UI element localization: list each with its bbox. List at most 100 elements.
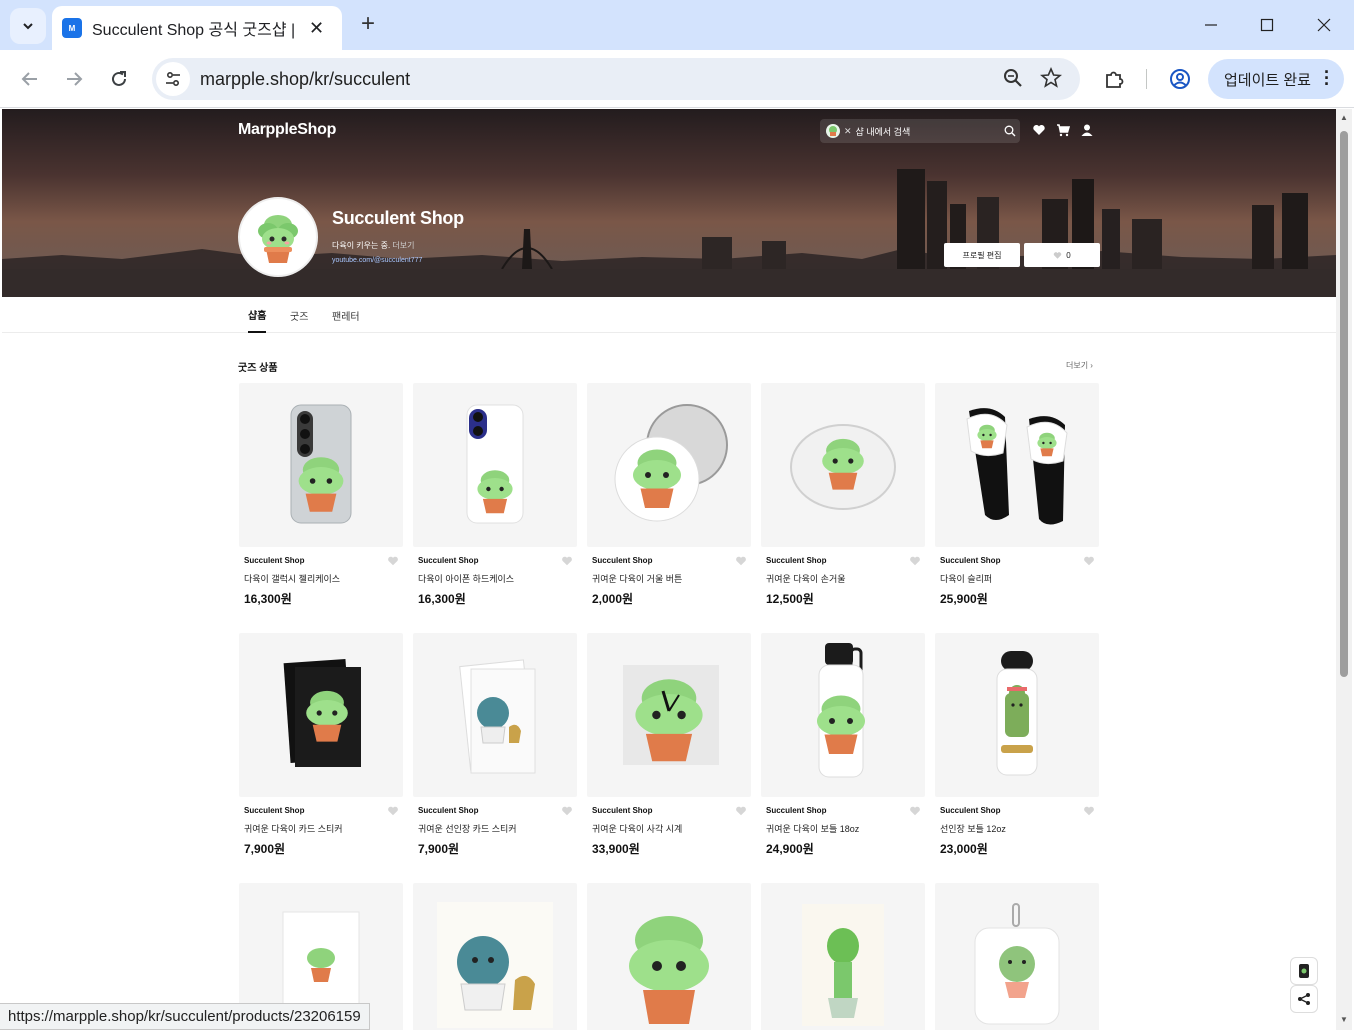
product-card[interactable]: Succulent Shop 선인장 보틀 12oz 23,000원 [935,633,1099,859]
product-name[interactable]: 다육이 갤럭시 젤리케이스 [244,572,340,585]
shop-mini-avatar [826,124,840,138]
shop-avatar[interactable] [238,197,318,277]
product-card[interactable] [935,883,1099,1030]
product-price: 7,900원 [244,842,286,856]
wishlist-heart-icon[interactable] [735,554,747,572]
product-card[interactable]: Succulent Shop 다육이 아이폰 하드케이스 16,300원 [413,383,577,609]
status-bar-url: https://marpple.shop/kr/succulent/produc… [0,1003,370,1030]
product-name[interactable]: 귀여운 선인장 카드 스티커 [418,822,517,835]
new-tab-button[interactable]: + [355,12,381,38]
product-name[interactable]: 다육이 아이폰 하드케이스 [418,572,514,585]
shop-like-button[interactable]: 0 [1024,243,1100,267]
product-name[interactable]: 선인장 보틀 12oz [940,822,1006,835]
product-card[interactable]: Succulent Shop 귀여운 선인장 카드 스티커 7,900원 [413,633,577,859]
product-card[interactable]: Succulent Shop 귀여운 다육이 보틀 18oz 24,900원 [761,633,925,859]
maximize-button[interactable] [1252,12,1282,38]
maximize-icon [1260,18,1274,32]
user-icon[interactable] [1080,123,1094,137]
reload-button[interactable] [103,63,135,95]
wishlist-heart-icon[interactable] [909,554,921,572]
description-more-link[interactable]: 더보기 [392,241,414,250]
address-bar[interactable]: marpple.shop/kr/succulent [152,58,1080,100]
product-seller[interactable]: Succulent Shop [766,806,826,815]
wishlist-heart-icon[interactable] [561,554,573,572]
scroll-down-arrow[interactable]: ▼ [1339,1015,1349,1025]
scroll-thumb[interactable] [1340,131,1348,677]
close-tab-icon[interactable]: ✕ [309,18,324,39]
product-name[interactable]: 귀여운 다육이 카드 스티커 [244,822,343,835]
wishlist-heart-icon[interactable] [561,804,573,822]
extensions-button[interactable] [1098,63,1130,95]
bookmark-star-icon[interactable] [1040,67,1062,89]
tab-shop-home[interactable]: 샵홈 [248,297,267,333]
product-seller[interactable]: Succulent Shop [418,806,478,815]
wishlist-heart-icon[interactable] [387,804,399,822]
product-image [935,883,1099,1030]
profile-button[interactable] [1164,63,1196,95]
zoom-icon[interactable] [1002,67,1024,89]
heart-outline-icon [1054,251,1062,259]
product-card[interactable] [587,883,751,1030]
clear-filter-icon[interactable]: ✕ [844,126,852,137]
tab-goods[interactable]: 굿즈 [290,297,308,333]
product-seller[interactable]: Succulent Shop [592,806,652,815]
update-button[interactable]: 업데이트 완료 · · · [1208,59,1344,99]
product-name[interactable]: 귀여운 다육이 보틀 18oz [766,822,859,835]
product-price: 25,900원 [940,592,988,606]
product-seller[interactable]: Succulent Shop [244,556,304,565]
active-tab[interactable]: M Succulent Shop 공식 굿즈샵 | 마플샵 ✕ [52,6,342,50]
product-image [239,383,403,547]
product-name[interactable]: 귀여운 다육이 사각 시계 [592,822,682,835]
edit-profile-button[interactable]: 프로필 편집 [944,243,1020,267]
minimize-button[interactable] [1196,12,1226,38]
section-more-link[interactable]: 더보기 › [1066,360,1093,371]
city-skyline-image [2,109,1336,297]
shop-search-bar[interactable]: ✕ 샵 내에서 검색 [820,119,1020,143]
more-vert-icon: · · · [1324,62,1330,94]
shop-youtube-link[interactable]: youtube.com/@succulent777 [332,257,422,264]
product-card[interactable]: Succulent Shop 귀여운 다육이 카드 스티커 7,900원 [239,633,403,859]
wishlist-heart-icon[interactable] [909,804,921,822]
product-name[interactable]: 귀여운 다육이 손거울 [766,572,846,585]
account-circle-icon [1170,69,1190,89]
app-download-button[interactable] [1290,957,1318,985]
product-card[interactable]: Succulent Shop 귀여운 다육이 손거울 12,500원 [761,383,925,609]
product-thumbnail [790,424,896,510]
product-seller[interactable]: Succulent Shop [766,556,826,565]
wishlist-heart-icon[interactable] [735,804,747,822]
marpple-logo[interactable]: MarppleShop [238,121,336,139]
wishlist-heart-icon[interactable] [387,554,399,572]
product-thumbnail [614,404,728,522]
forward-button[interactable] [58,63,90,95]
product-card[interactable] [761,883,925,1030]
product-card[interactable]: Succulent Shop 귀여운 다육이 사각 시계 33,900원 [587,633,751,859]
product-seller[interactable]: Succulent Shop [418,556,478,565]
share-button[interactable] [1290,985,1318,1013]
shop-hero-banner: MarppleShop ✕ 샵 내에서 검색 Succulent Shop 다육… [2,109,1336,297]
product-name[interactable]: 다육이 슬리퍼 [940,572,992,585]
close-window-button[interactable] [1309,12,1339,38]
product-seller[interactable]: Succulent Shop [592,556,652,565]
wishlist-heart-icon[interactable] [1083,804,1095,822]
product-thumbnail [966,408,1068,525]
product-name[interactable]: 귀여운 다육이 거울 버튼 [592,572,682,585]
product-card[interactable]: Succulent Shop 다육이 갤럭시 젤리케이스 16,300원 [239,383,403,609]
product-seller[interactable]: Succulent Shop [940,556,1000,565]
scroll-up-arrow[interactable]: ▲ [1339,113,1349,123]
product-seller[interactable]: Succulent Shop [940,806,1000,815]
browser-toolbar: marpple.shop/kr/succulent 업데이트 완료 · · · [0,50,1354,108]
page-scrollbar[interactable]: ▲ ▼ [1336,109,1352,1030]
update-label: 업데이트 완료 [1224,71,1311,89]
product-card[interactable] [413,883,577,1030]
product-card[interactable]: Succulent Shop 다육이 슬리퍼 25,900원 [935,383,1099,609]
tab-search-button[interactable] [10,8,46,44]
site-info-button[interactable] [156,62,190,96]
product-seller[interactable]: Succulent Shop [244,806,304,815]
product-card[interactable]: Succulent Shop 귀여운 다육이 거울 버튼 2,000원 [587,383,751,609]
wishlist-heart-icon[interactable] [1083,554,1095,572]
heart-icon[interactable] [1032,123,1046,137]
cart-icon[interactable] [1056,123,1070,137]
search-icon[interactable] [1000,125,1020,137]
tab-fan-letter[interactable]: 팬레터 [332,297,360,333]
back-button[interactable] [14,63,46,95]
